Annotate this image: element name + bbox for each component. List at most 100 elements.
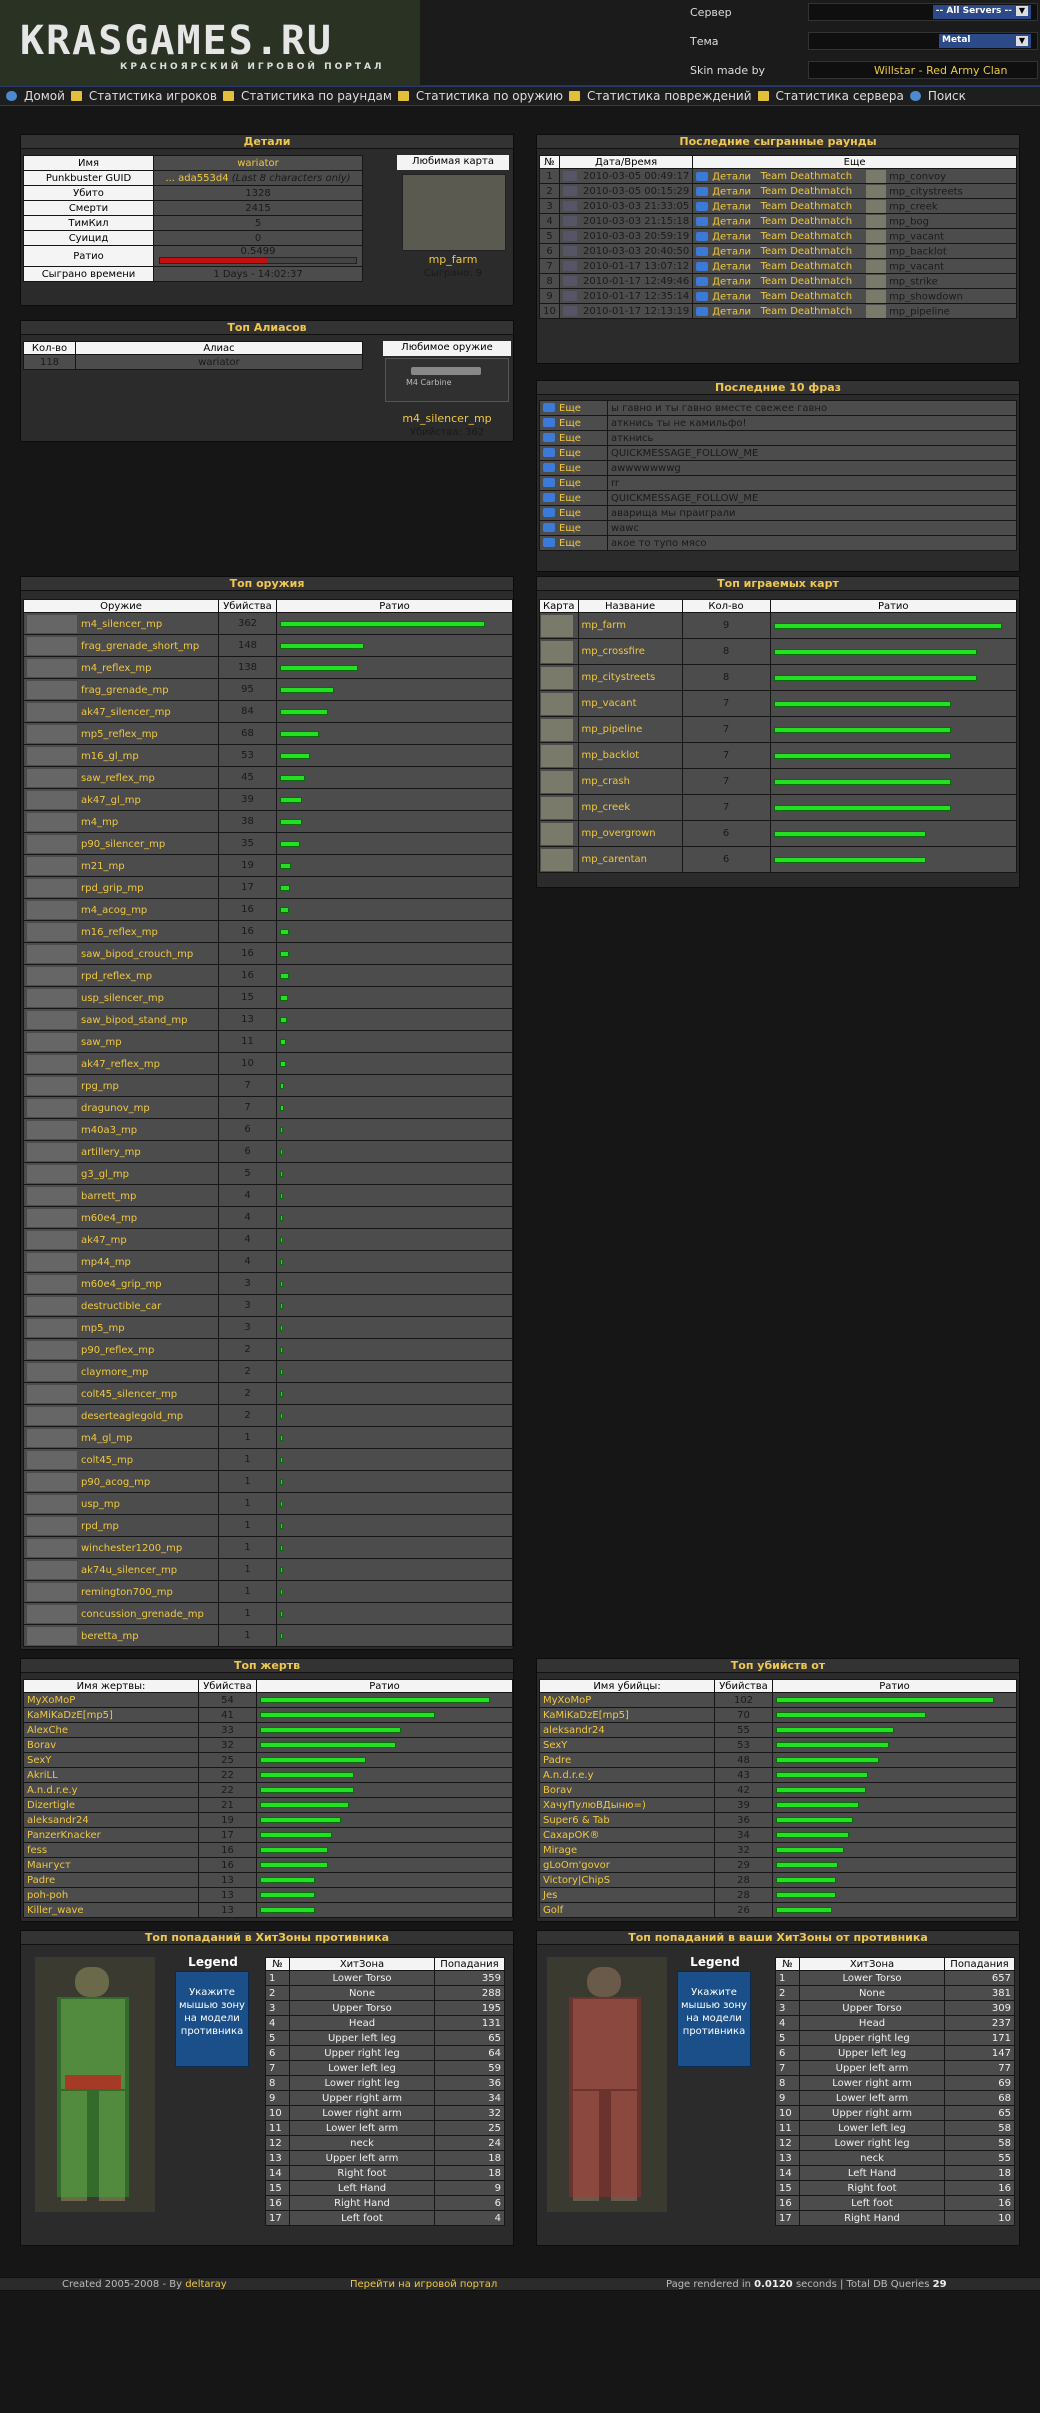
round-details-link[interactable]: Детали <box>712 261 751 272</box>
round-details-link[interactable]: Детали <box>712 201 751 212</box>
weapons-name[interactable]: colt45_mp <box>23 1448 219 1471</box>
victims-name[interactable]: AkriLL <box>23 1767 199 1783</box>
killers-name[interactable]: gLoOm'govor <box>539 1857 715 1873</box>
theme-dropdown[interactable]: Metal ▼ <box>939 34 1031 48</box>
victims-name[interactable]: KaMiKaDzE[mp5] <box>23 1707 199 1723</box>
weapons-name[interactable]: frag_grenade_short_mp <box>23 634 219 657</box>
nav-item[interactable]: Статистика повреждений <box>587 89 752 103</box>
round-details-link[interactable]: Детали <box>712 171 751 182</box>
weapons-name[interactable]: m60e4_grip_mp <box>23 1272 219 1295</box>
round-map[interactable]: mp_vacant <box>889 261 944 272</box>
your-model[interactable] <box>547 1957 667 2212</box>
phrase-more[interactable]: Еще <box>539 490 608 506</box>
phrase-more[interactable]: Еще <box>539 430 608 446</box>
fav-weapon-image[interactable]: M4 Carbine <box>385 358 509 402</box>
weapons-name[interactable]: remington700_mp <box>23 1580 219 1603</box>
victims-name[interactable]: aleksandr24 <box>23 1812 199 1828</box>
killers-name[interactable]: Super6 & Tab <box>539 1812 715 1828</box>
round-details-link[interactable]: Детали <box>712 186 751 197</box>
weapons-name[interactable]: ak47_reflex_mp <box>23 1052 219 1075</box>
weapons-name[interactable]: saw_bipod_stand_mp <box>23 1008 219 1031</box>
killers-name[interactable]: KaMiKaDzE[mp5] <box>539 1707 715 1723</box>
maps-name[interactable]: mp_creek <box>577 794 683 821</box>
phrase-more[interactable]: Еще <box>539 475 608 491</box>
weapons-name[interactable]: destructible_car <box>23 1294 219 1317</box>
nav-item[interactable]: Поиск <box>928 89 966 103</box>
head-zone[interactable] <box>75 1967 109 1997</box>
weapons-name[interactable]: m4_gl_mp <box>23 1426 219 1449</box>
weapons-name[interactable]: saw_reflex_mp <box>23 766 219 789</box>
weapons-name[interactable]: usp_silencer_mp <box>23 986 219 1009</box>
weapons-name[interactable]: m40a3_mp <box>23 1118 219 1141</box>
weapons-name[interactable]: m4_mp <box>23 810 219 833</box>
phrase-more[interactable]: Еще <box>539 400 608 416</box>
killers-name[interactable]: SexY <box>539 1737 715 1753</box>
victims-name[interactable]: SexY <box>23 1752 199 1768</box>
weapons-name[interactable]: p90_silencer_mp <box>23 832 219 855</box>
round-details-link[interactable]: Детали <box>712 216 751 227</box>
nav-item[interactable]: Статистика по оружию <box>416 89 563 103</box>
round-map[interactable]: mp_strike <box>889 276 938 287</box>
round-details-link[interactable]: Детали <box>712 246 751 257</box>
weapons-name[interactable]: rpd_reflex_mp <box>23 964 219 987</box>
phrase-more[interactable]: Еще <box>539 445 608 461</box>
nav-item[interactable]: Статистика сервера <box>776 89 904 103</box>
maps-name[interactable]: mp_farm <box>577 612 683 639</box>
fav-weapon-name[interactable]: m4_silencer_mp <box>383 412 511 425</box>
killers-name[interactable]: A.n.d.r.e.y <box>539 1767 715 1783</box>
victims-name[interactable]: poh-poh <box>23 1887 199 1903</box>
victims-name[interactable]: Killer_wave <box>23 1902 199 1918</box>
maps-name[interactable]: mp_citystreets <box>577 664 683 691</box>
weapons-name[interactable]: ak74u_silencer_mp <box>23 1558 219 1581</box>
weapons-name[interactable]: m4_reflex_mp <box>23 656 219 679</box>
victims-name[interactable]: AlexChe <box>23 1722 199 1738</box>
round-map[interactable]: mp_showdown <box>889 291 963 302</box>
weapons-name[interactable]: beretta_mp <box>23 1624 219 1647</box>
weapons-name[interactable]: mp5_mp <box>23 1316 219 1339</box>
weapons-name[interactable]: g3_gl_mp <box>23 1162 219 1185</box>
weapons-name[interactable]: m21_mp <box>23 854 219 877</box>
weapons-name[interactable]: claymore_mp <box>23 1360 219 1383</box>
maps-name[interactable]: mp_backlot <box>577 742 683 769</box>
round-details-link[interactable]: Детали <box>712 306 751 317</box>
weapons-name[interactable]: colt45_silencer_mp <box>23 1382 219 1405</box>
killers-name[interactable]: Golf <box>539 1902 715 1918</box>
weapons-name[interactable]: artillery_mp <box>23 1140 219 1163</box>
round-details-link[interactable]: Детали <box>712 231 751 242</box>
maps-name[interactable]: mp_crash <box>577 768 683 795</box>
nav-item[interactable]: Статистика игроков <box>89 89 217 103</box>
round-map[interactable]: mp_vacant <box>889 231 944 242</box>
killers-name[interactable]: ХачуПулюВДыню=) <box>539 1797 715 1813</box>
victims-name[interactable]: Dizertigle <box>23 1797 199 1813</box>
weapons-name[interactable]: usp_mp <box>23 1492 219 1515</box>
victims-name[interactable]: MyXoMoP <box>23 1692 199 1708</box>
victims-name[interactable]: PanzerKnacker <box>23 1827 199 1843</box>
maps-name[interactable]: mp_carentan <box>577 846 683 873</box>
victims-name[interactable]: Borav <box>23 1737 199 1753</box>
round-map[interactable]: mp_creek <box>889 201 938 212</box>
fav-map-name[interactable]: mp_farm <box>397 253 509 266</box>
nav-item[interactable]: Домой <box>24 89 65 103</box>
killers-name[interactable]: MyXoMoP <box>539 1692 715 1708</box>
weapons-name[interactable]: ak47_gl_mp <box>23 788 219 811</box>
maps-name[interactable]: mp_overgrown <box>577 820 683 847</box>
weapons-name[interactable]: m16_gl_mp <box>23 744 219 767</box>
weapons-name[interactable]: concussion_grenade_mp <box>23 1602 219 1625</box>
weapons-name[interactable]: m4_silencer_mp <box>23 612 219 635</box>
round-details-link[interactable]: Детали <box>712 291 751 302</box>
weapons-name[interactable]: barrett_mp <box>23 1184 219 1207</box>
phrase-more[interactable]: Еще <box>539 460 608 476</box>
head-zone[interactable] <box>587 1967 621 1997</box>
maps-name[interactable]: mp_pipeline <box>577 716 683 743</box>
killers-name[interactable]: Mirage <box>539 1842 715 1858</box>
killers-name[interactable]: Borav <box>539 1782 715 1798</box>
maps-name[interactable]: mp_crossfire <box>577 638 683 665</box>
enemy-model[interactable] <box>35 1957 155 2212</box>
killers-name[interactable]: Padre <box>539 1752 715 1768</box>
server-dropdown[interactable]: -- All Servers -- ▼ <box>932 5 1031 19</box>
killers-name[interactable]: Victory|ChipS <box>539 1872 715 1888</box>
victims-name[interactable]: Padre <box>23 1872 199 1888</box>
weapons-name[interactable]: deserteaglegold_mp <box>23 1404 219 1427</box>
weapons-name[interactable]: p90_acog_mp <box>23 1470 219 1493</box>
killers-name[interactable]: aleksandr24 <box>539 1722 715 1738</box>
